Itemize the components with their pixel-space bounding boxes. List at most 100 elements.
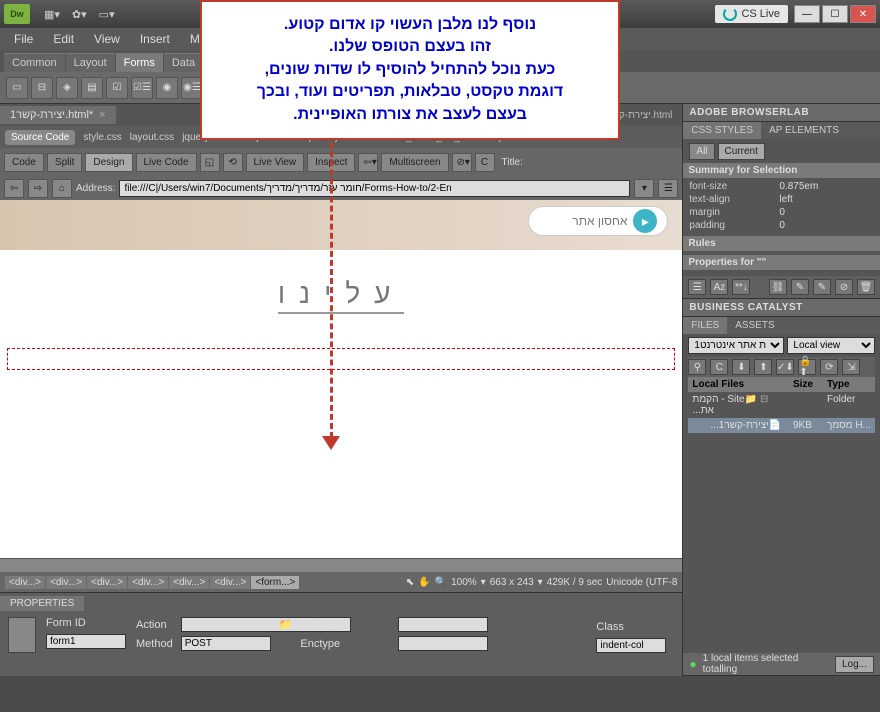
pointer-tool-icon[interactable]: ⬉ [406, 577, 414, 588]
tag-item[interactable]: <div...> [87, 576, 127, 589]
view-select[interactable]: Local view [787, 337, 875, 354]
method-select[interactable] [181, 636, 271, 651]
target-input[interactable] [398, 617, 488, 632]
site-select[interactable]: ת אתר אינטרנט1 [688, 337, 784, 354]
split-view-button[interactable]: Split [47, 153, 82, 172]
menu-edit[interactable]: Edit [43, 32, 84, 46]
tag-item[interactable]: <div...> [5, 576, 45, 589]
list-view-icon[interactable]: Aᴢ [710, 279, 728, 295]
multiscreen-button[interactable]: Multiscreen [381, 153, 448, 172]
source-code-button[interactable]: Source Code [5, 130, 75, 145]
live-data-icon[interactable]: ⟲ [223, 153, 243, 172]
set-view-icon[interactable]: **↓ [732, 279, 750, 295]
disable-rule-icon[interactable]: ⊘ [835, 279, 853, 295]
checkbox-icon[interactable]: ☑ [106, 77, 128, 99]
search-arrow-icon[interactable]: ▸ [633, 209, 657, 233]
related-file[interactable]: style.css [83, 132, 121, 143]
folder-browse-icon[interactable]: 📁 [279, 618, 293, 631]
menu-file[interactable]: File [4, 32, 43, 46]
tab-data[interactable]: Data [164, 53, 203, 72]
browserlab-panel-header[interactable]: ADOBE BROWSERLAB [683, 104, 880, 121]
zoom-tool-icon[interactable]: 🔍 [435, 577, 447, 588]
live-view-button[interactable]: Live View [246, 153, 305, 172]
checkbox-group-icon[interactable]: ☑☰ [131, 77, 153, 99]
edit-options-icon[interactable]: ☰ [658, 179, 678, 198]
css-all-button[interactable]: All [689, 143, 714, 160]
design-view-canvas[interactable]: ▸ אחסון אתר עלינו [0, 200, 682, 558]
related-file[interactable]: layout.css [130, 132, 174, 143]
ap-elements-tab[interactable]: AP ELEMENTS [761, 122, 847, 139]
file-tree-row[interactable]: 📄יצירת-קשר1... 9KB מסמך H... [688, 418, 875, 433]
home-icon[interactable]: ⌂ [52, 179, 72, 198]
document-tab[interactable]: יצירת-קשר1.html* × [0, 106, 116, 124]
hidden-field-icon[interactable]: ◈ [56, 77, 78, 99]
css-property-row[interactable]: text-alignleft [689, 193, 874, 206]
form-outline[interactable] [7, 348, 675, 370]
new-rule-icon[interactable]: ✎ [791, 279, 809, 295]
tag-item[interactable]: <div...> [128, 576, 168, 589]
tab-layout[interactable]: Layout [66, 53, 115, 72]
form-icon[interactable]: ▭ [6, 77, 28, 99]
form-id-input[interactable] [46, 634, 126, 649]
put-icon[interactable]: ⬆ [754, 359, 772, 375]
maximize-button[interactable]: ☐ [822, 5, 848, 23]
design-view-button[interactable]: Design [85, 153, 132, 172]
tag-item[interactable]: <div...> [169, 576, 209, 589]
close-button[interactable]: ✕ [850, 5, 876, 23]
menu-view[interactable]: View [84, 32, 130, 46]
refresh-icon[interactable]: C [475, 153, 495, 172]
inspect-icon[interactable]: ◱ [200, 153, 220, 172]
properties-tab[interactable]: PROPERTIES [0, 596, 84, 611]
css-current-button[interactable]: Current [718, 143, 765, 160]
site-menu-icon[interactable]: ▭▾ [93, 8, 121, 21]
window-dims[interactable]: 663 x 243 [490, 577, 534, 588]
css-property-row[interactable]: font-size0.875em [689, 180, 874, 193]
category-view-icon[interactable]: ☰ [688, 279, 706, 295]
sync-icon[interactable]: ⟳ [820, 359, 838, 375]
preview-icon[interactable]: ⊘▾ [452, 153, 472, 172]
zoom-value[interactable]: 100% [451, 577, 477, 588]
minimize-button[interactable]: — [794, 5, 820, 23]
tag-item[interactable]: <div...> [210, 576, 250, 589]
business-catalyst-header[interactable]: BUSINESS CATALYST [683, 299, 880, 316]
browser-nav-icon[interactable]: ⇦▾ [358, 153, 378, 172]
css-property-row[interactable]: padding0 [689, 219, 874, 232]
page-search-box[interactable]: ▸ אחסון אתר [528, 206, 668, 236]
address-dropdown-icon[interactable]: ▾ [634, 179, 654, 198]
expand-icon[interactable]: ⇲ [842, 359, 860, 375]
tag-item[interactable]: <div...> [46, 576, 86, 589]
css-property-row[interactable]: margin0 [689, 206, 874, 219]
tab-common[interactable]: Common [4, 53, 65, 72]
checkout-icon[interactable]: ✓⬇ [776, 359, 794, 375]
radio-icon[interactable]: ◉ [156, 77, 178, 99]
edit-rule-icon[interactable]: ✎ [813, 279, 831, 295]
file-tree-row[interactable]: ⊟📁Site - הקמת את... Folder [688, 392, 875, 418]
attach-stylesheet-icon[interactable]: ⛓ [769, 279, 787, 295]
forward-icon[interactable]: ⇨ [28, 179, 48, 198]
close-tab-icon[interactable]: × [99, 109, 105, 121]
horizontal-scrollbar[interactable] [0, 558, 682, 572]
assets-tab[interactable]: ASSETS [727, 317, 782, 334]
connect-icon[interactable]: ⚲ [688, 359, 706, 375]
get-icon[interactable]: ⬇ [732, 359, 750, 375]
delete-rule-icon[interactable]: 🗑 [857, 279, 875, 295]
layout-menu-icon[interactable]: ▦▾ [38, 8, 66, 21]
cs-live-button[interactable]: CS Live [715, 5, 788, 23]
textarea-icon[interactable]: ▤ [81, 77, 103, 99]
live-code-button[interactable]: Live Code [136, 153, 197, 172]
text-field-icon[interactable]: ⊟ [31, 77, 53, 99]
hand-tool-icon[interactable]: ✋ [418, 577, 430, 588]
tag-item-active[interactable]: <form...> [251, 576, 299, 589]
menu-insert[interactable]: Insert [130, 32, 180, 46]
css-styles-tab[interactable]: CSS STYLES [683, 122, 761, 139]
refresh-files-icon[interactable]: C [710, 359, 728, 375]
checkin-icon[interactable]: 🔒⬆ [798, 359, 816, 375]
tab-forms[interactable]: Forms [116, 53, 163, 72]
enctype-select[interactable] [398, 636, 488, 651]
code-view-button[interactable]: Code [4, 153, 44, 172]
log-button[interactable]: Log... [835, 656, 874, 673]
address-input[interactable] [119, 180, 630, 197]
files-tab[interactable]: FILES [683, 317, 727, 334]
back-icon[interactable]: ⇦ [4, 179, 24, 198]
class-select[interactable] [596, 638, 666, 653]
